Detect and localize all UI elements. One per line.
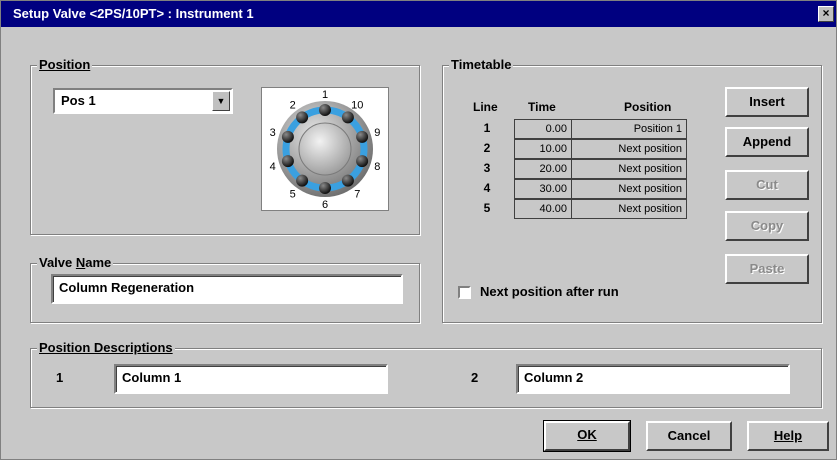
valve-port-number: 3	[270, 127, 276, 139]
timetable-row-position[interactable]: Next position	[571, 139, 687, 159]
valve-port-number: 4	[270, 161, 276, 173]
description-1-number: 1	[56, 370, 64, 385]
valve-name-label: Valve Name	[37, 255, 114, 271]
description-2-input[interactable]: Column 2	[516, 364, 790, 394]
window-title: Setup Valve <2PS/10PT> : Instrument 1	[13, 6, 254, 21]
valve-port-number: 1	[322, 89, 328, 101]
position-select-value: Pos 1	[61, 93, 96, 108]
valve-port	[341, 111, 354, 124]
timetable-header-position: Position	[624, 100, 672, 114]
valve-port	[281, 155, 294, 168]
timetable-header-line: Line	[473, 100, 498, 114]
position-group-label: Position	[37, 57, 93, 73]
help-button[interactable]: Help	[747, 421, 829, 451]
setup-valve-dialog: Setup Valve <2PS/10PT> : Instrument 1 × …	[0, 0, 837, 460]
description-2-value: Column 2	[524, 370, 584, 385]
valve-port	[356, 130, 369, 143]
timetable-row-line: 1	[483, 121, 491, 135]
close-icon[interactable]: ×	[818, 6, 834, 22]
timetable-row-time[interactable]: 10.00	[514, 139, 572, 159]
valve-port	[296, 174, 309, 187]
timetable-row-position[interactable]: Next position	[571, 159, 687, 179]
help-button-label: Help	[773, 428, 803, 443]
valve-port	[296, 111, 309, 124]
timetable-row-position[interactable]: Next position	[571, 199, 687, 219]
timetable-row-line: 2	[483, 141, 491, 155]
valve-port-number: 2	[290, 100, 296, 112]
description-1-input[interactable]: Column 1	[114, 364, 388, 394]
timetable-row-time[interactable]: 30.00	[514, 179, 572, 199]
timetable-row-time[interactable]: 20.00	[514, 159, 572, 179]
valve-port-number: 8	[374, 161, 380, 173]
position-descriptions-label: Position Descriptions	[37, 340, 175, 356]
valve-port-number: 7	[354, 189, 360, 201]
valve-port	[356, 155, 369, 168]
insert-button[interactable]: Insert	[725, 87, 809, 117]
cut-button[interactable]: Cut	[725, 170, 809, 200]
copy-button[interactable]: Copy	[725, 211, 809, 241]
paste-button[interactable]: Paste	[725, 254, 809, 284]
timetable-label: Timetable	[449, 57, 514, 73]
timetable-row-line: 4	[483, 181, 491, 195]
valve-icon: 1 2 3 4 5 6 7 8 9 10	[270, 89, 381, 211]
valve-port	[319, 104, 331, 116]
chevron-down-icon[interactable]: ▼	[212, 91, 230, 111]
timetable-row-time[interactable]: 40.00	[514, 199, 572, 219]
timetable-header-time: Time	[528, 100, 556, 114]
ok-button[interactable]: OK	[543, 420, 631, 452]
next-position-after-run-checkbox[interactable]	[458, 286, 471, 299]
valve-port-number: 9	[374, 127, 380, 139]
description-1-value: Column 1	[122, 370, 182, 385]
valve-port	[341, 174, 354, 187]
valve-port	[319, 182, 331, 194]
valve-diagram: 1 2 3 4 5 6 7 8 9 10	[261, 87, 389, 211]
cancel-button[interactable]: Cancel	[646, 421, 732, 451]
timetable-row-position[interactable]: Next position	[571, 179, 687, 199]
timetable-row-line: 5	[483, 201, 491, 215]
title-bar[interactable]: Setup Valve <2PS/10PT> : Instrument 1 ×	[1, 1, 836, 27]
valve-port-number: 10	[351, 100, 363, 112]
valve-name-value: Column Regeneration	[59, 280, 195, 295]
valve-port	[281, 130, 294, 143]
timetable-row-line: 3	[483, 161, 491, 175]
append-button[interactable]: Append	[725, 127, 809, 157]
next-position-after-run-label[interactable]: Next position after run	[480, 284, 619, 299]
timetable-row-position[interactable]: Position 1	[571, 119, 687, 139]
description-2-number: 2	[471, 370, 479, 385]
timetable-row-time[interactable]: 0.00	[514, 119, 572, 139]
valve-name-input[interactable]: Column Regeneration	[51, 274, 403, 304]
position-select[interactable]: Pos 1 ▼	[53, 88, 233, 114]
ok-button-label: OK	[577, 427, 597, 442]
valve-port-number: 6	[322, 199, 328, 210]
valve-port-number: 5	[290, 189, 296, 201]
